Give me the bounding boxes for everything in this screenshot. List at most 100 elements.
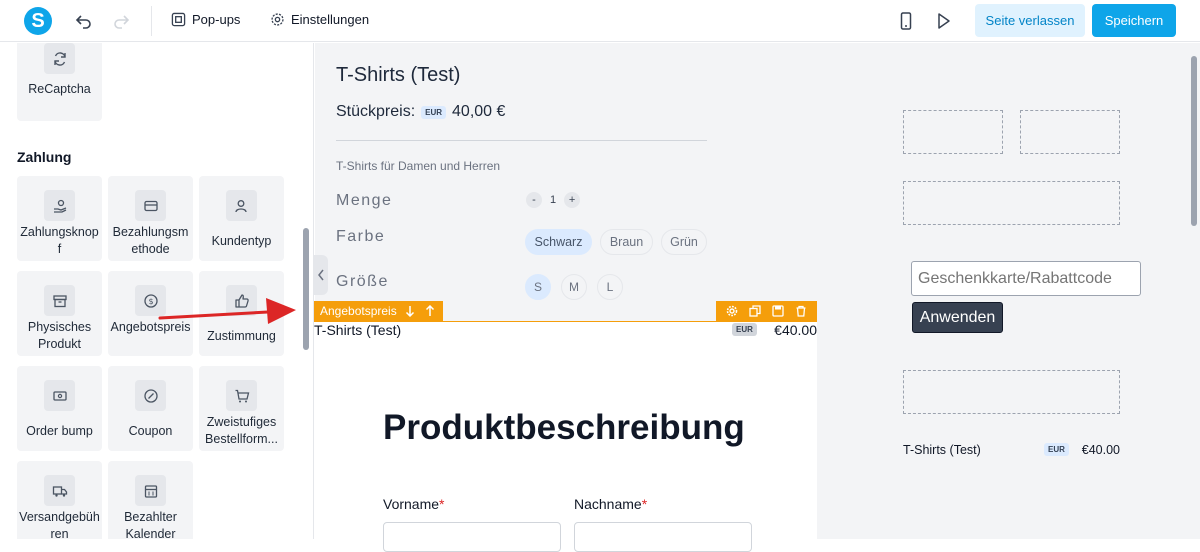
color-option-brown[interactable]: Braun xyxy=(600,229,653,255)
tile-label: ReCaptcha xyxy=(28,82,91,96)
settings-button[interactable]: Einstellungen xyxy=(270,12,369,27)
size-label: Größe xyxy=(336,273,389,290)
redo-icon[interactable] xyxy=(111,11,131,31)
undo-icon[interactable] xyxy=(74,11,94,31)
tile-label: Order bump xyxy=(26,424,93,438)
duplicate-icon[interactable] xyxy=(749,305,761,317)
popup-icon xyxy=(171,12,186,27)
tile-label: Bezahlter Kalender xyxy=(124,510,177,539)
popups-label: Pop-ups xyxy=(192,12,241,27)
thumbs-up-icon xyxy=(226,285,257,316)
trash-icon[interactable] xyxy=(795,305,807,317)
tile-two-step-order-form[interactable]: Zweistufiges Bestellform... xyxy=(199,366,284,451)
move-down-icon[interactable] xyxy=(403,304,417,318)
chevron-left-icon xyxy=(318,269,324,281)
tile-payment-method[interactable]: Bezahlungsmethode xyxy=(108,176,193,261)
firstname-input[interactable] xyxy=(383,522,561,552)
coupon-code-input[interactable] xyxy=(911,261,1141,296)
tile-consent[interactable]: Zustimmung xyxy=(199,271,284,356)
unit-price-label: Stückpreis: xyxy=(336,103,416,120)
size-option-m[interactable]: M xyxy=(561,274,587,300)
card-icon xyxy=(135,190,166,221)
offer-product-name: T-Shirts (Test) xyxy=(314,322,402,338)
offer-price-value: €40.00 xyxy=(774,322,817,338)
placeholder-block[interactable] xyxy=(903,110,1003,154)
unit-price-value: 40,00 € xyxy=(452,103,506,120)
leave-page-button[interactable]: Seite verlassen xyxy=(975,4,1085,37)
tile-label: Bezahlungsmethode xyxy=(112,225,189,256)
save-button[interactable]: Speichern xyxy=(1092,4,1176,37)
tile-label: Angebotspreis xyxy=(110,320,191,334)
quantity-minus-button[interactable]: - xyxy=(526,192,542,208)
tile-label: Zahlungsknopf xyxy=(20,225,99,256)
discount-icon xyxy=(135,380,166,411)
apply-coupon-button[interactable]: Anwenden xyxy=(912,302,1003,333)
refresh-icon xyxy=(44,43,75,74)
tile-order-bump[interactable]: Order bump xyxy=(17,366,102,451)
color-label: Farbe xyxy=(336,228,386,245)
tile-offer-price[interactable]: $ Angebotspreis xyxy=(108,271,193,356)
tile-physical-product[interactable]: Physisches Produkt xyxy=(17,271,102,356)
tile-label: Zweistufiges Bestellform... xyxy=(205,415,278,446)
cart-icon xyxy=(226,380,257,411)
summary-price: €40.00 xyxy=(1081,443,1120,457)
play-preview-icon[interactable] xyxy=(933,11,953,31)
dollar-coin-icon: $ xyxy=(135,285,166,316)
firstname-label-text: Vorname xyxy=(383,496,440,512)
quantity-value: 1 xyxy=(550,194,557,206)
product-title: T-Shirts (Test) xyxy=(336,64,461,86)
truck-icon xyxy=(44,475,75,506)
selected-element-label[interactable]: Angebotspreis xyxy=(314,301,443,321)
order-summary-row: T-Shirts (Test) EUR €40.00 xyxy=(903,443,1120,457)
sidebar-scrollbar[interactable] xyxy=(303,228,309,350)
tile-paid-calendar[interactable]: Bezahlter Kalender xyxy=(108,461,193,539)
unit-price-row: Stückpreis: EUR 40,00 € xyxy=(336,103,505,121)
required-mark: * xyxy=(439,496,445,512)
selected-element-toolbar xyxy=(716,301,817,321)
top-toolbar: S Pop-ups Einstellungen Seite verlassen … xyxy=(0,0,1200,42)
popups-button[interactable]: Pop-ups xyxy=(171,12,240,27)
size-option-s[interactable]: S xyxy=(525,274,551,300)
move-up-icon[interactable] xyxy=(423,304,437,318)
product-description: T-Shirts für Damen und Herren xyxy=(336,159,501,173)
color-option-green[interactable]: Grün xyxy=(661,229,707,255)
save-icon[interactable] xyxy=(772,305,784,317)
tile-customer-type[interactable]: Kundentyp xyxy=(199,176,284,261)
elements-sidebar: ReCaptcha Zahlung Zahlungsknopf Bezahlun… xyxy=(0,43,314,539)
archive-icon xyxy=(44,285,75,316)
mobile-preview-icon[interactable] xyxy=(896,11,916,31)
placeholder-block[interactable] xyxy=(903,181,1120,225)
quantity-stepper: - 1 + xyxy=(526,192,581,208)
firstname-label: Vorname* xyxy=(383,496,445,512)
lastname-input[interactable] xyxy=(574,522,752,552)
quantity-plus-button[interactable]: + xyxy=(564,192,581,208)
tile-shipping-fees[interactable]: Versandgebühren xyxy=(17,461,102,539)
selected-element-name: Angebotspreis xyxy=(320,304,397,318)
currency-badge: EUR xyxy=(1044,443,1069,456)
placeholder-block[interactable] xyxy=(1020,110,1120,154)
tile-label: Versandgebühren xyxy=(19,510,100,539)
tile-recaptcha[interactable]: ReCaptcha xyxy=(17,43,102,121)
quantity-label: Menge xyxy=(336,192,393,209)
product-description-heading: Produktbeschreibung xyxy=(383,408,745,447)
section-title-payment: Zahlung xyxy=(17,149,72,165)
currency-badge: EUR xyxy=(732,323,757,336)
tile-label: Physisches Produkt xyxy=(27,320,92,351)
color-option-black[interactable]: Schwarz xyxy=(525,229,592,255)
tile-coupon[interactable]: Coupon xyxy=(108,366,193,451)
hand-coin-icon xyxy=(44,190,75,221)
ticket-icon xyxy=(44,380,75,411)
canvas-scrollbar[interactable] xyxy=(1191,56,1197,226)
collapse-sidebar-button[interactable] xyxy=(314,255,328,295)
tile-payment-button[interactable]: Zahlungsknopf xyxy=(17,176,102,261)
user-icon xyxy=(226,190,257,221)
lastname-label: Nachname* xyxy=(574,496,647,512)
placeholder-block[interactable] xyxy=(903,370,1120,414)
app-logo: S xyxy=(24,7,52,35)
tile-label: Kundentyp xyxy=(211,234,272,248)
tile-label: Zustimmung xyxy=(207,329,276,343)
size-option-l[interactable]: L xyxy=(597,274,623,300)
offer-price-element[interactable]: T-Shirts (Test) EUR €40.00 xyxy=(314,322,817,338)
divider xyxy=(336,140,707,141)
gear-icon[interactable] xyxy=(726,305,738,317)
